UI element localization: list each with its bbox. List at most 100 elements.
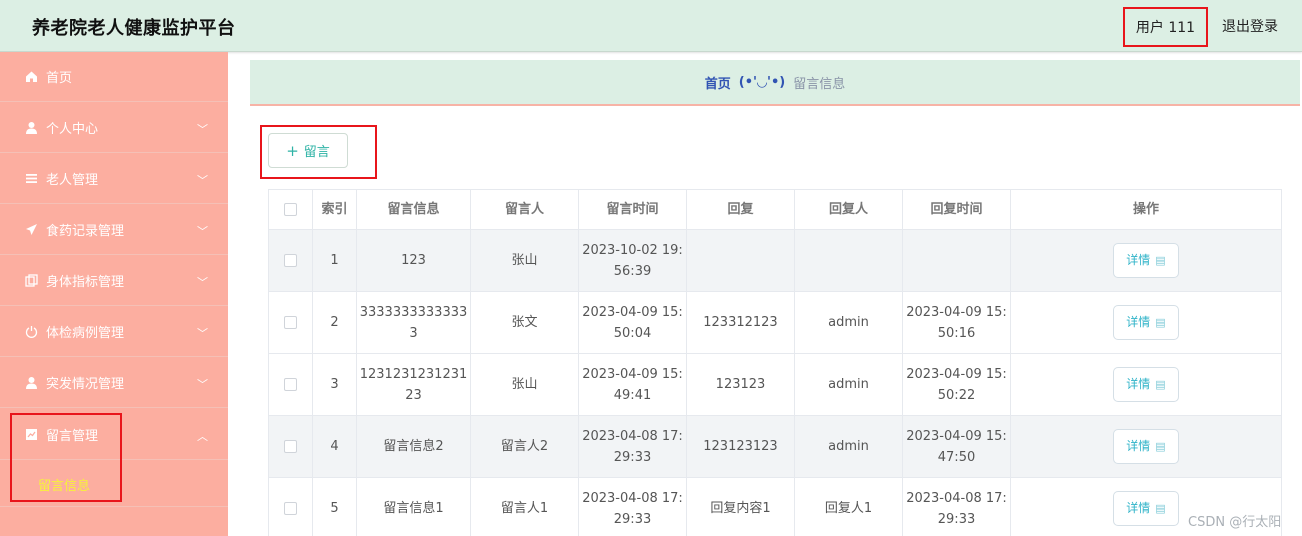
chevron-down-icon: ﹀ xyxy=(197,276,208,289)
cell-index: 4 xyxy=(312,415,357,478)
sidebar-item-emergency[interactable]: 突发情况管理 ﹀ xyxy=(0,358,228,408)
list-icon xyxy=(24,172,38,186)
detail-label: 详情 xyxy=(1126,315,1151,329)
row-checkbox[interactable] xyxy=(284,254,297,267)
app-title: 养老院老人健康监护平台 xyxy=(32,18,236,39)
sidebar-item-label: 个人中心 xyxy=(46,122,99,137)
annotation-highlight-add xyxy=(260,125,377,179)
chevron-down-icon: ﹀ xyxy=(197,174,208,187)
cell-replier: admin xyxy=(794,291,903,354)
send-icon xyxy=(24,223,38,237)
chevron-down-icon: ﹀ xyxy=(197,378,208,391)
column-header: 索引 xyxy=(312,189,357,230)
cell-reply-time: 2023-04-09 15:50:22 xyxy=(902,353,1011,416)
cell-index: 2 xyxy=(312,291,357,354)
user-name[interactable]: 用户 111 xyxy=(1123,7,1208,47)
breadcrumb-current: 留言信息 xyxy=(793,76,846,92)
sidebar-item-label: 突发情况管理 xyxy=(46,377,125,392)
cell-time: 2023-10-02 19:56:39 xyxy=(578,229,687,292)
chevron-up-icon: ︿ xyxy=(197,430,208,443)
cell-index: 3 xyxy=(312,353,357,416)
cell-reply: 回复内容1 xyxy=(686,477,795,536)
sidebar-item-label: 食药记录管理 xyxy=(46,224,125,239)
cell-reply: 123312123 xyxy=(686,291,795,354)
sidebar-item-label: 老人管理 xyxy=(46,173,99,188)
sidebar-item-body-indicators[interactable]: 身体指标管理 ﹀ xyxy=(0,256,228,306)
cell-time: 2023-04-08 17:29:33 xyxy=(578,477,687,536)
detail-label: 详情 xyxy=(1126,501,1151,515)
chevron-down-icon: ﹀ xyxy=(197,225,208,238)
table-row: 3 123123123123123 张山 2023-04-09 15:49:41… xyxy=(268,353,1282,416)
cell-index: 1 xyxy=(312,229,357,292)
row-checkbox[interactable] xyxy=(284,440,297,453)
annotation-highlight-sidebar xyxy=(10,413,122,502)
logout-button[interactable]: 退出登录 xyxy=(1222,16,1278,36)
chevron-down-icon: ﹀ xyxy=(197,327,208,340)
detail-button[interactable]: 详情 ▤ xyxy=(1113,305,1179,340)
chevron-down-icon: ﹀ xyxy=(197,123,208,136)
sidebar-item-label: 身体指标管理 xyxy=(46,275,125,290)
sidebar-item-medical-records[interactable]: 体检病例管理 ﹀ xyxy=(0,307,228,357)
cell-replier: admin xyxy=(794,415,903,478)
sidebar-item-elderly-management[interactable]: 老人管理 ﹀ xyxy=(0,154,228,204)
column-header: 操作 xyxy=(1010,189,1282,230)
top-header: 养老院老人健康监护平台 用户 111 退出登录 xyxy=(0,0,1302,52)
detail-button[interactable]: 详情 ▤ xyxy=(1113,243,1179,278)
cell-reply xyxy=(686,229,795,292)
row-checkbox[interactable] xyxy=(284,316,297,329)
table-row: 1 123 张山 2023-10-02 19:56:39 详情 ▤ xyxy=(268,229,1282,292)
cell-message: 123 xyxy=(356,229,471,292)
cell-replier: 回复人1 xyxy=(794,477,903,536)
cell-reply-time: 2023-04-08 17:29:33 xyxy=(902,477,1011,536)
column-header: 回复 xyxy=(686,189,795,230)
cell-reply: 123123123 xyxy=(686,415,795,478)
column-header: 回复时间 xyxy=(902,189,1011,230)
table-row: 2 33333333333333 张文 2023-04-09 15:50:04 … xyxy=(268,291,1282,354)
row-checkbox[interactable] xyxy=(284,502,297,515)
row-checkbox[interactable] xyxy=(284,378,297,391)
column-header: 留言人 xyxy=(470,189,579,230)
column-header: 留言时间 xyxy=(578,189,687,230)
document-icon: ▤ xyxy=(1155,254,1166,267)
cell-message: 123123123123123 xyxy=(356,353,471,416)
document-icon: ▤ xyxy=(1155,502,1166,515)
sidebar-divider xyxy=(0,506,228,507)
cell-time: 2023-04-09 15:50:04 xyxy=(578,291,687,354)
table-row: 4 留言信息2 留言人2 2023-04-08 17:29:33 1231231… xyxy=(268,415,1282,478)
select-all-cell xyxy=(268,189,313,230)
cell-time: 2023-04-08 17:29:33 xyxy=(578,415,687,478)
cell-author: 张山 xyxy=(470,229,579,292)
cell-reply-time: 2023-04-09 15:47:50 xyxy=(902,415,1011,478)
detail-button[interactable]: 详情 ▤ xyxy=(1113,367,1179,402)
cell-replier xyxy=(794,229,903,292)
user-icon xyxy=(24,121,38,135)
sidebar-item-food-medicine[interactable]: 食药记录管理 ﹀ xyxy=(0,205,228,255)
breadcrumb-home[interactable]: 首页 xyxy=(705,73,731,92)
cell-author: 张山 xyxy=(470,353,579,416)
cell-message: 留言信息1 xyxy=(356,477,471,536)
cell-message: 留言信息2 xyxy=(356,415,471,478)
power-icon xyxy=(24,325,38,339)
table-header-row: 索引 留言信息 留言人 留言时间 回复 回复人 回复时间 操作 xyxy=(268,189,1282,230)
document-icon: ▤ xyxy=(1155,316,1166,329)
cell-index: 5 xyxy=(312,477,357,536)
home-icon xyxy=(24,70,38,84)
sidebar-item-label: 体检病例管理 xyxy=(46,326,125,341)
cell-message: 33333333333333 xyxy=(356,291,471,354)
sidebar-item-personal-center[interactable]: 个人中心 ﹀ xyxy=(0,103,228,153)
document-icon: ▤ xyxy=(1155,440,1166,453)
column-header: 回复人 xyxy=(794,189,903,230)
select-all-checkbox[interactable] xyxy=(284,203,297,216)
breadcrumb: 首页 (•'◡'•) 留言信息 xyxy=(250,60,1300,106)
detail-button[interactable]: 详情 ▤ xyxy=(1113,491,1179,526)
detail-button[interactable]: 详情 ▤ xyxy=(1113,429,1179,464)
sidebar-item-label: 首页 xyxy=(46,71,73,86)
column-header: 留言信息 xyxy=(356,189,471,230)
cell-author: 张文 xyxy=(470,291,579,354)
detail-label: 详情 xyxy=(1126,253,1151,267)
cell-replier: admin xyxy=(794,353,903,416)
detail-label: 详情 xyxy=(1126,439,1151,453)
sidebar-item-home[interactable]: 首页 xyxy=(0,52,228,102)
cell-time: 2023-04-09 15:49:41 xyxy=(578,353,687,416)
cell-author: 留言人2 xyxy=(470,415,579,478)
